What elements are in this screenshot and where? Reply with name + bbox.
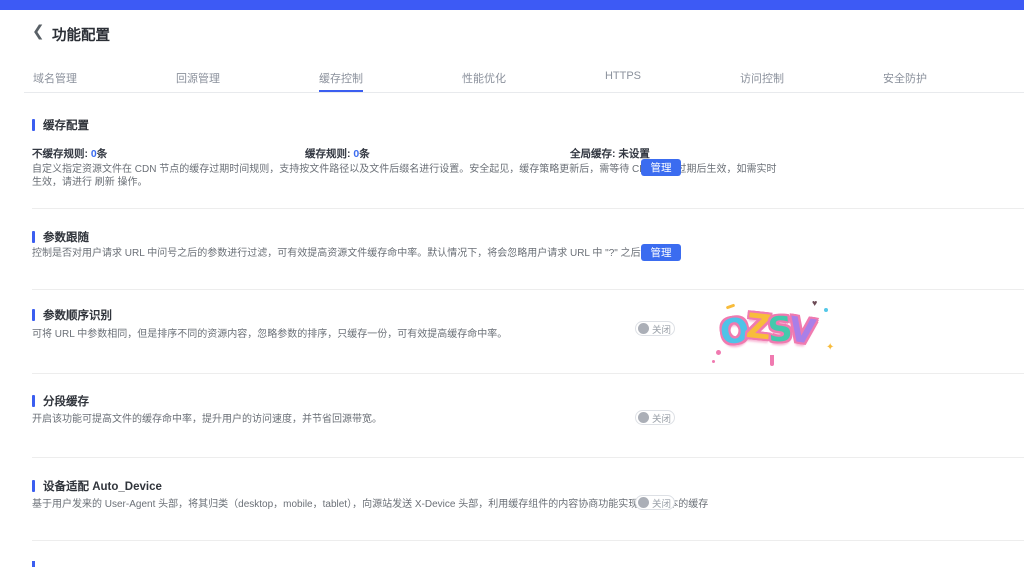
tab-bar-divider — [24, 92, 1024, 93]
cdn-function-config-page: ❮ 功能配置 域名管理 回源管理 缓存控制 性能优化 HTTPS 访问控制 安全… — [0, 0, 1024, 567]
stat-suffix: 条 — [359, 148, 370, 160]
tab-origin-management[interactable]: 回源管理 — [176, 70, 220, 93]
section-device-adaptation: 设备适配 Auto_Device 基于用户发来的 User-Agent 头部，将… — [32, 478, 1024, 538]
stat-suffix: 条 — [97, 148, 108, 160]
ozsv-graffiti-watermark: ♥ ✦ O Z S V — [712, 300, 836, 372]
section-description: 控制是否对用户请求 URL 中问号之后的参数进行过滤，可有效提高资源文件缓存命中… — [32, 247, 681, 260]
title-accent-bar — [32, 309, 35, 321]
description-line: 控制是否对用户请求 URL 中问号之后的参数进行过滤，可有效提高资源文件缓存命中… — [32, 247, 681, 260]
manage-cache-config-button[interactable]: 管理 — [641, 159, 681, 176]
back-chevron-icon[interactable]: ❮ — [32, 23, 45, 41]
stat-no-cache-rules: 不缓存规则: 0条 — [32, 146, 107, 161]
sparkle-icon: ✦ — [826, 342, 834, 353]
title-accent-bar — [32, 480, 35, 492]
toggle-label: 关闭 — [652, 322, 671, 336]
tab-bar: 域名管理 回源管理 缓存控制 性能优化 HTTPS 访问控制 安全防护 — [33, 70, 927, 93]
section-parameter-order: 参数顺序识别 可将 URL 中参数相同，但是排序不同的资源内容，忽略参数的排序，… — [32, 307, 1024, 367]
stat-label: 全局缓存: — [570, 148, 616, 160]
toggle-knob-icon — [638, 323, 649, 334]
description-line: 基于用户发来的 User-Agent 头部，将其归类（desktop，mobil… — [32, 498, 708, 511]
section-description: 基于用户发来的 User-Agent 头部，将其归类（desktop，mobil… — [32, 498, 708, 511]
description-line: 可将 URL 中参数相同，但是排序不同的资源内容，忽略参数的排序，只缓存一份，可… — [32, 328, 507, 341]
section-device-adaptation-title: 设备适配 Auto_Device — [32, 478, 1024, 494]
top-accent-bar — [0, 0, 1024, 10]
watermark-dash-decoration — [726, 304, 735, 310]
section-description: 可将 URL 中参数相同，但是排序不同的资源内容，忽略参数的排序，只缓存一份，可… — [32, 328, 507, 341]
stat-label: 缓存规则: — [305, 148, 351, 160]
watermark-letter: V — [786, 309, 815, 352]
section-title-text: 分段缓存 — [43, 393, 89, 409]
description-line: 生效，请进行 刷新 操作。 — [32, 176, 776, 189]
stat-label: 不缓存规则: — [32, 148, 88, 160]
section-parameter-order-title: 参数顺序识别 — [32, 307, 1024, 323]
section-title-text: 缓存配置 — [43, 117, 89, 133]
section-divider — [32, 457, 1024, 458]
watermark-word: O Z S V — [720, 310, 812, 350]
title-accent-bar — [32, 119, 35, 131]
section-divider — [32, 208, 1024, 209]
section-title-text: 参数跟随 — [43, 229, 89, 245]
tab-cache-control[interactable]: 缓存控制 — [319, 70, 363, 93]
next-section-accent-bar — [32, 561, 35, 567]
tab-domain-management[interactable]: 域名管理 — [33, 70, 77, 93]
device-adaptation-toggle[interactable]: 关闭 — [635, 495, 675, 510]
section-parameter-follow: 参数跟随 控制是否对用户请求 URL 中问号之后的参数进行过滤，可有效提高资源文… — [32, 229, 1024, 289]
tab-https[interactable]: HTTPS — [605, 70, 641, 93]
section-title-text: 设备适配 Auto_Device — [43, 478, 162, 494]
watermark-dot-decoration — [712, 360, 715, 363]
section-divider — [32, 373, 1024, 374]
section-cache-config: 缓存配置 不缓存规则: 0条 缓存规则: 0条 全局缓存: 未设置 自定义指定资… — [32, 117, 1024, 207]
toggle-knob-icon — [638, 497, 649, 508]
section-cache-config-title: 缓存配置 — [32, 117, 1024, 133]
tab-security-protection[interactable]: 安全防护 — [883, 70, 927, 93]
toggle-label: 关闭 — [652, 411, 671, 425]
parameter-order-toggle[interactable]: 关闭 — [635, 321, 675, 336]
section-title-text: 参数顺序识别 — [43, 307, 112, 323]
heart-icon: ♥ — [812, 298, 817, 308]
section-segmented-cache: 分段缓存 开启该功能可提高文件的缓存命中率，提升用户的访问速度，并节省回源带宽。… — [32, 393, 1024, 453]
tab-access-control[interactable]: 访问控制 — [740, 70, 784, 93]
stat-global-cache: 全局缓存: 未设置 — [570, 146, 650, 161]
watermark-drip-decoration — [770, 355, 774, 366]
manage-parameter-follow-button[interactable]: 管理 — [641, 244, 681, 261]
section-parameter-follow-title: 参数跟随 — [32, 229, 1024, 245]
title-accent-bar — [32, 231, 35, 243]
watermark-dot-decoration — [716, 350, 721, 355]
watermark-letter: O — [718, 310, 749, 353]
toggle-label: 关闭 — [652, 496, 671, 510]
section-segmented-cache-title: 分段缓存 — [32, 393, 1024, 409]
watermark-dot-decoration — [824, 308, 828, 312]
toggle-knob-icon — [638, 412, 649, 423]
segmented-cache-toggle[interactable]: 关闭 — [635, 410, 675, 425]
stat-cache-rules: 缓存规则: 0条 — [305, 146, 370, 161]
section-description: 开启该功能可提高文件的缓存命中率，提升用户的访问速度，并节省回源带宽。 — [32, 413, 382, 426]
page-title: 功能配置 — [52, 24, 110, 45]
section-divider — [32, 289, 1024, 290]
title-accent-bar — [32, 395, 35, 407]
tab-performance-optimization[interactable]: 性能优化 — [462, 70, 506, 93]
section-divider — [32, 540, 1024, 541]
description-line: 开启该功能可提高文件的缓存命中率，提升用户的访问速度，并节省回源带宽。 — [32, 413, 382, 426]
